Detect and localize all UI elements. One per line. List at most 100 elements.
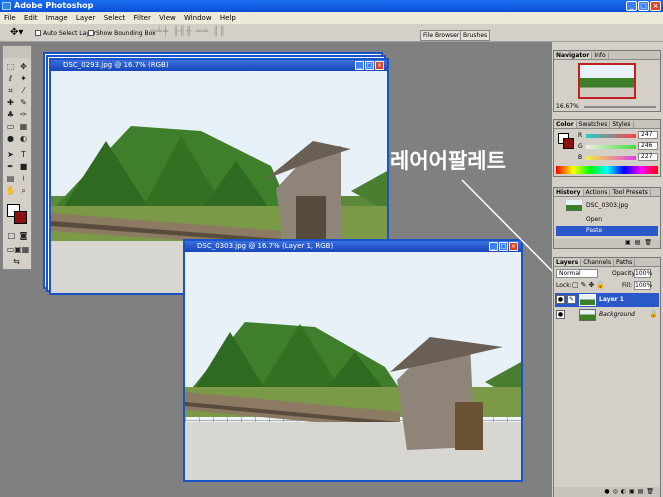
app-title: Adobe Photoshop xyxy=(14,1,94,10)
brush-icon[interactable]: ✎ xyxy=(18,98,29,108)
tab-info[interactable]: Info xyxy=(592,52,609,59)
marquee-icon[interactable]: ⬚ xyxy=(5,62,16,72)
background-visibility-eye-icon[interactable]: ● xyxy=(556,310,565,319)
lock-icons[interactable]: ▢✎✥🔒 xyxy=(572,281,607,289)
lasso-icon[interactable]: ℓ xyxy=(5,74,16,84)
layers-empty-area[interactable] xyxy=(555,324,659,486)
layer-palette-annotation: 레어어팔레트 xyxy=(390,149,506,173)
doc-front-close-button[interactable]: × xyxy=(509,242,518,251)
doc-back-minimize-button[interactable]: _ xyxy=(355,61,364,70)
doc-back-maximize-button[interactable]: □ xyxy=(365,61,374,70)
maximize-button[interactable]: □ xyxy=(638,1,649,11)
history-panel: History Actions Tool Presets DSC_0303.jpg … xyxy=(553,187,661,249)
doc-back-close-button[interactable]: × xyxy=(375,61,384,70)
tab-paths[interactable]: Paths xyxy=(613,259,636,266)
color-bg-swatch[interactable] xyxy=(563,138,574,149)
brushes-tab[interactable]: Brushes xyxy=(460,30,491,41)
hand-icon[interactable]: ✋ xyxy=(5,186,16,196)
navigator-zoom-slider[interactable] xyxy=(584,106,656,108)
navigator-zoom[interactable]: 16.67% xyxy=(556,103,579,110)
healing-icon[interactable]: ✚ xyxy=(5,98,16,108)
layer1-label: Layer 1 xyxy=(599,296,624,303)
menu-select[interactable]: Select xyxy=(104,14,126,22)
auto-select-checkbox[interactable]: Auto Select Layer xyxy=(35,29,96,37)
navigator-thumbnail[interactable] xyxy=(578,63,636,99)
b-label: B xyxy=(578,154,583,161)
toolbox: ⬚ ✥ ℓ ✦ ⌗ ⁄ ✚ ✎ ♣ ✑ ▭ ▦ ● ◐ ➤ T ✒ ■ ▤ ⍿ … xyxy=(2,45,32,270)
tab-tool-presets[interactable]: Tool Presets xyxy=(610,189,651,196)
type-icon[interactable]: T xyxy=(18,150,29,160)
stamp-icon[interactable]: ♣ xyxy=(5,110,16,120)
tab-channels[interactable]: Channels xyxy=(581,259,614,266)
doc-front-canvas[interactable] xyxy=(185,252,521,480)
eraser-icon[interactable]: ▭ xyxy=(5,122,16,132)
shape-icon[interactable]: ■ xyxy=(18,162,29,172)
history-item-paste[interactable]: Paste xyxy=(556,226,658,236)
quickmask-mode-icon[interactable]: ◙ xyxy=(18,231,29,241)
move-icon[interactable]: ✥ xyxy=(18,62,29,72)
notes-icon[interactable]: ▤ xyxy=(5,174,16,184)
eyedropper-icon[interactable]: ⍿ xyxy=(18,174,29,184)
layer-row-layer1[interactable]: ● ✎ Layer 1 xyxy=(555,293,659,307)
tab-actions[interactable]: Actions xyxy=(583,189,611,196)
history-snapshot[interactable]: DSC_0303.jpg xyxy=(556,199,658,212)
bounding-box-checkbox[interactable]: Show Bounding Box xyxy=(88,29,156,37)
fill-value[interactable]: 100% xyxy=(634,281,652,290)
blend-mode-select[interactable]: Normal xyxy=(556,269,598,278)
standard-mode-icon[interactable]: □ xyxy=(6,231,17,241)
dodge-icon[interactable]: ◐ xyxy=(18,134,29,144)
history-item-open[interactable]: Open xyxy=(556,215,658,225)
tab-navigator[interactable]: Navigator xyxy=(554,52,593,59)
layer1-visibility-eye-icon[interactable]: ● xyxy=(556,295,565,304)
magic-wand-icon[interactable]: ✦ xyxy=(18,74,29,84)
menu-help[interactable]: Help xyxy=(220,14,236,22)
layers-panel: Layers Channels Paths Normal Opacity: 100%… xyxy=(553,257,661,497)
color-panel: Color Swatches Styles R 247 G 246 B 227 xyxy=(553,119,661,177)
tab-styles[interactable]: Styles xyxy=(610,121,634,128)
menu-edit[interactable]: Edit xyxy=(24,14,38,22)
background-color-swatch[interactable] xyxy=(14,211,27,224)
move-tool-icon[interactable]: ✥▾ xyxy=(10,27,23,38)
layers-footer-icons[interactable]: ●◎◐▣▤🗑 xyxy=(554,487,660,497)
color-ramp[interactable] xyxy=(556,166,658,174)
g-slider[interactable] xyxy=(586,145,636,149)
r-slider[interactable] xyxy=(586,134,636,138)
doc-window-front[interactable]: DSC_0303.jpg @ 16.7% (Layer 1, RGB) _ □ … xyxy=(183,239,523,482)
align-icons[interactable]: ╤╧╪ ╟╢╫ ══ ║║ xyxy=(150,27,226,37)
tab-history[interactable]: History xyxy=(554,189,584,196)
doc-back-titlebar[interactable]: DSC_0293.jpg @ 16.7% (RGB) _ □ × xyxy=(51,60,387,71)
doc-front-titlebar[interactable]: DSC_0303.jpg @ 16.7% (Layer 1, RGB) _ □ … xyxy=(185,241,521,252)
slice-icon[interactable]: ⁄ xyxy=(18,86,29,96)
crop-icon[interactable]: ⌗ xyxy=(5,86,16,96)
tab-swatches[interactable]: Swatches xyxy=(576,121,611,128)
zoom-icon[interactable]: ⌕ xyxy=(18,186,29,196)
doc-front-minimize-button[interactable]: _ xyxy=(489,242,498,251)
history-brush-icon[interactable]: ✑ xyxy=(18,110,29,120)
path-select-icon[interactable]: ➤ xyxy=(5,150,16,160)
layer-row-background[interactable]: ● Background 🔒 xyxy=(555,308,659,322)
tab-layers[interactable]: Layers xyxy=(554,259,582,266)
r-value[interactable]: 247 xyxy=(638,131,658,139)
tab-color[interactable]: Color xyxy=(554,121,577,128)
menu-filter[interactable]: Filter xyxy=(134,14,151,22)
menu-window[interactable]: Window xyxy=(184,14,212,22)
menu-image[interactable]: Image xyxy=(46,14,68,22)
doc-front-maximize-button[interactable]: □ xyxy=(499,242,508,251)
imageready-icon[interactable]: ⇆ xyxy=(11,257,22,267)
menu-layer[interactable]: Layer xyxy=(76,14,96,22)
gradient-icon[interactable]: ▦ xyxy=(18,122,29,132)
g-value[interactable]: 246 xyxy=(638,142,658,150)
b-value[interactable]: 227 xyxy=(638,153,658,161)
blur-icon[interactable]: ● xyxy=(5,134,16,144)
pen-icon[interactable]: ✒ xyxy=(5,162,16,172)
screen-mode-icons[interactable]: ▭▣▦ xyxy=(6,245,30,255)
file-browser-tab[interactable]: File Browser xyxy=(420,30,463,41)
minimize-button[interactable]: _ xyxy=(626,1,637,11)
close-button[interactable]: × xyxy=(650,1,661,11)
history-tabs: History Actions Tool Presets xyxy=(554,188,660,197)
menu-view[interactable]: View xyxy=(159,14,176,22)
background-thumbnail xyxy=(579,309,596,321)
opacity-value[interactable]: 100% xyxy=(634,269,652,278)
b-slider[interactable] xyxy=(586,156,636,160)
menu-file[interactable]: File xyxy=(4,14,16,22)
